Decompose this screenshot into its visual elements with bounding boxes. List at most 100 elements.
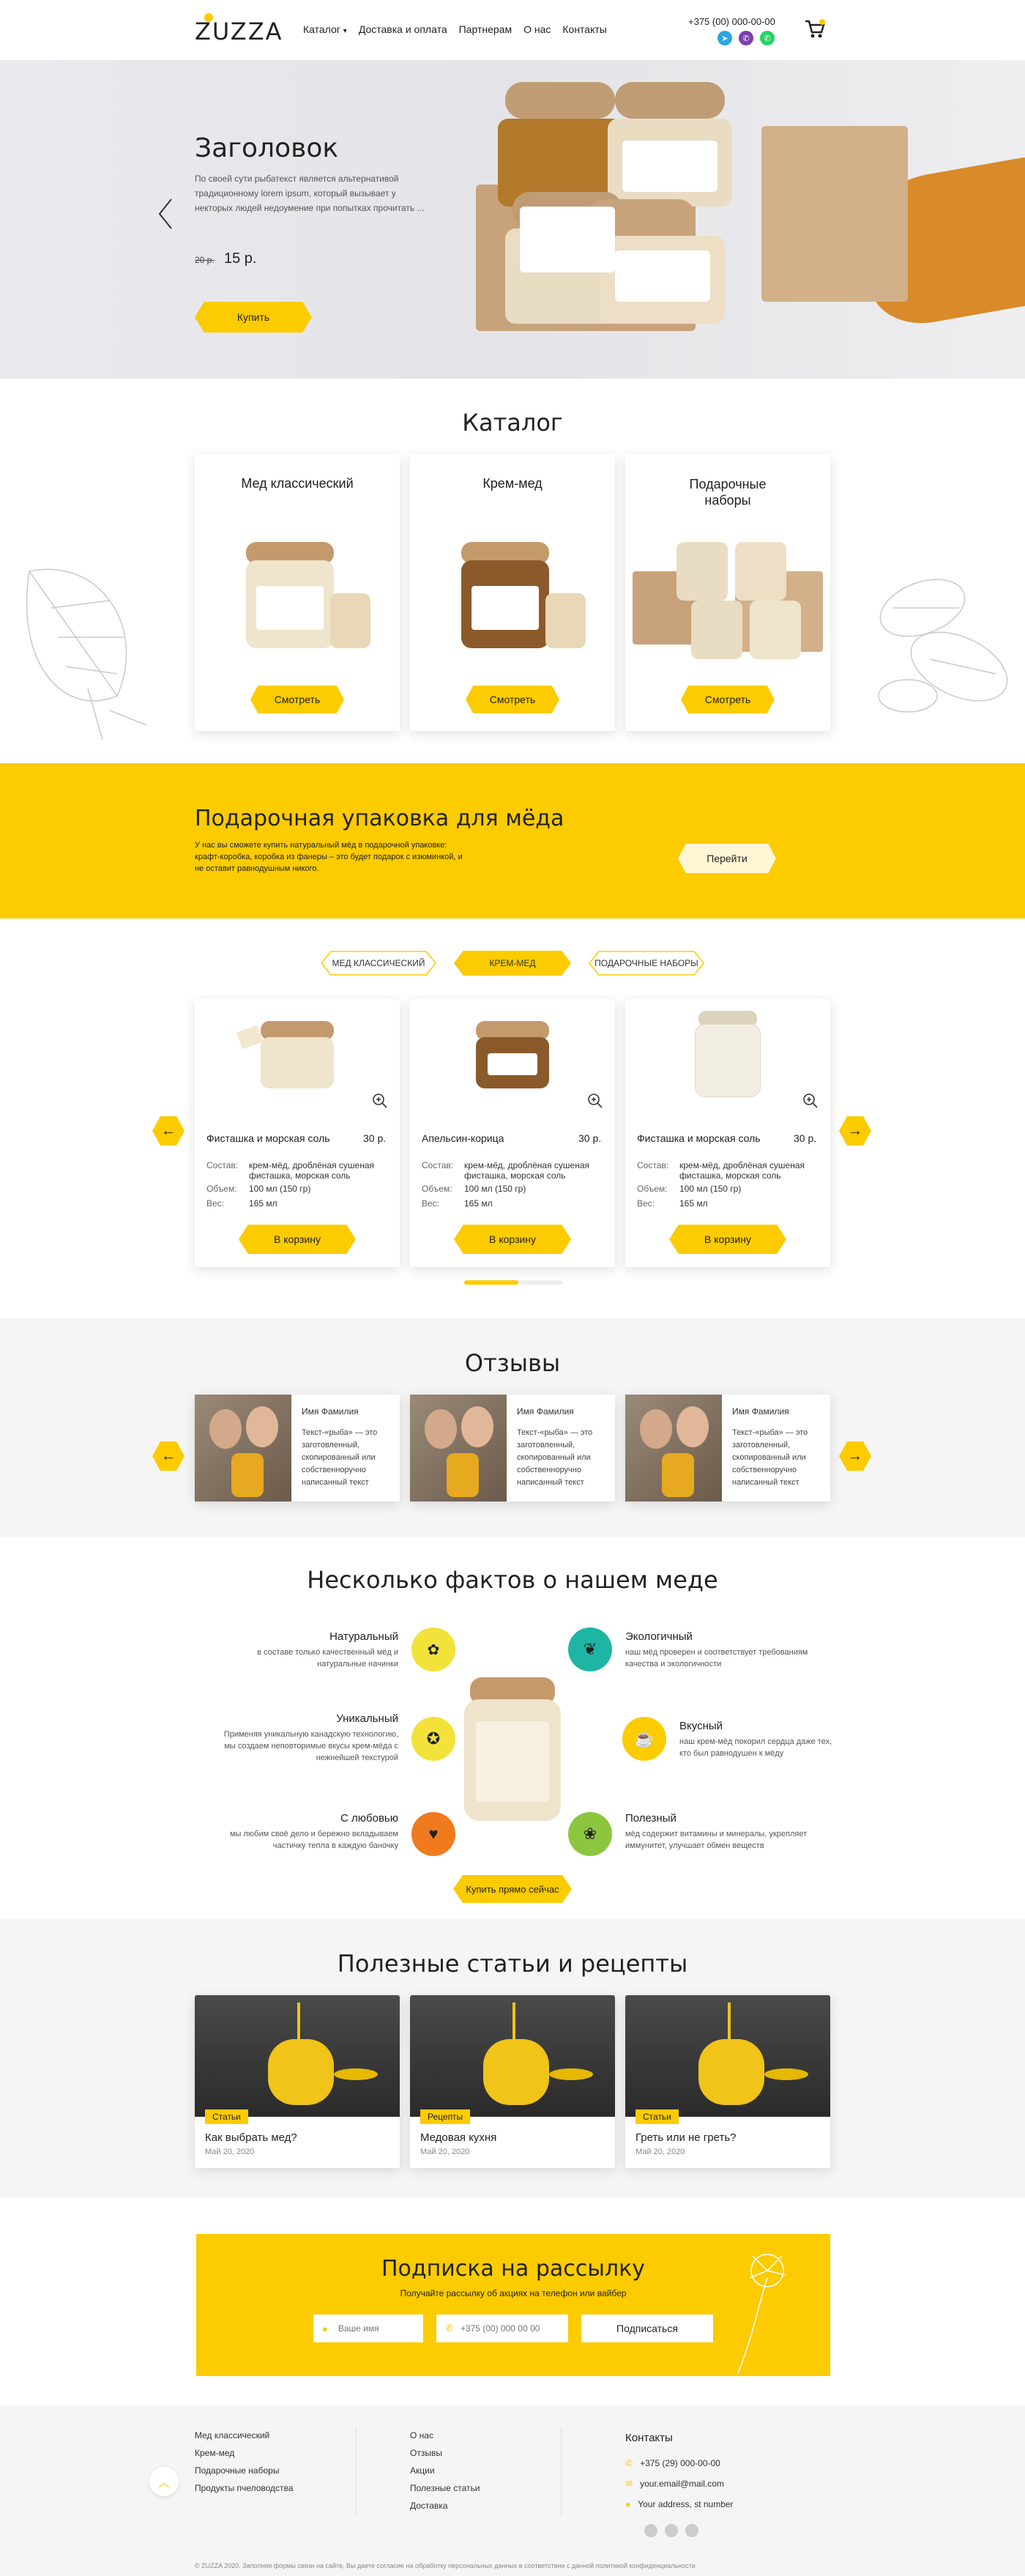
products-next-arrow[interactable]: → bbox=[839, 1116, 871, 1146]
volume-value: 100 мл (150 гр) bbox=[249, 1184, 311, 1194]
product-card[interactable]: Фисташка и морская соль 30 р. Состав: кр… bbox=[625, 999, 830, 1267]
fact-text: наш крем-мёд покорил сердца даже тех, кт… bbox=[679, 1737, 832, 1758]
nav-item-catalog[interactable]: Каталог ▾ bbox=[303, 23, 347, 35]
zoom-icon[interactable] bbox=[372, 1093, 388, 1109]
review-photo bbox=[410, 1395, 507, 1502]
footer-contacts-title: Контакты bbox=[625, 2432, 673, 2444]
composition-label: Состав: bbox=[637, 1160, 669, 1170]
telegram-icon[interactable]: ➤ bbox=[718, 31, 732, 45]
phone-field[interactable]: ✆ bbox=[436, 2315, 568, 2342]
zoom-icon[interactable] bbox=[587, 1093, 603, 1109]
fact-text: мёд содержит витамины и минералы, укрепл… bbox=[625, 1830, 808, 1850]
nav-item-contacts[interactable]: Контакты bbox=[562, 23, 606, 35]
product-card[interactable]: Апельсин-корица 30 р. Состав: крем-мёд, … bbox=[410, 999, 615, 1267]
catalog-view-button[interactable]: Смотреть bbox=[250, 686, 344, 713]
article-title[interactable]: Медовая кухня bbox=[420, 2131, 496, 2144]
viber-icon[interactable]: ✆ bbox=[739, 31, 753, 45]
fact-healthy: ❀ Полезный мёд содержит витамины и минер… bbox=[568, 1809, 832, 1860]
location-icon: ● bbox=[625, 2499, 631, 2509]
subscribe-button[interactable]: Подписаться bbox=[581, 2315, 713, 2342]
name-input[interactable] bbox=[338, 2323, 404, 2334]
article-tag[interactable]: Рецепты bbox=[420, 2109, 471, 2124]
zoom-icon[interactable] bbox=[802, 1093, 819, 1109]
catalog-card-title: Мед классический bbox=[241, 476, 354, 491]
tab-gift-sets[interactable]: Подарочные наборы bbox=[589, 951, 704, 976]
article-title[interactable]: Греть или не греть? bbox=[636, 2131, 736, 2144]
footer-link[interactable]: Продукты пчеловодства bbox=[195, 2483, 293, 2493]
catalog-card[interactable]: Подарочные наборы Смотреть bbox=[625, 454, 830, 731]
footer-link[interactable]: Полезные статьи bbox=[410, 2483, 480, 2493]
composition-label: Состав: bbox=[422, 1160, 454, 1170]
product-image bbox=[469, 1021, 556, 1094]
footer-email[interactable]: ✉ your.email@mail.com bbox=[625, 2479, 724, 2489]
footer-col-info: О нас Отзывы Акции Полезные статьи Доста… bbox=[410, 2430, 480, 2511]
add-to-cart-button[interactable]: В корзину bbox=[454, 1225, 571, 1254]
main-nav: Каталог ▾ Доставка и оплата Партнерам О … bbox=[303, 23, 607, 35]
footer-col-catalog: Мед классический Крем-мед Подарочные наб… bbox=[195, 2430, 293, 2493]
catalog-card[interactable]: Крем-мед Смотреть bbox=[410, 454, 615, 731]
catalog-view-button[interactable]: Смотреть bbox=[681, 686, 775, 713]
footer-phone[interactable]: ✆ +375 (29) 000-00-00 bbox=[625, 2458, 720, 2468]
nav-item-partners[interactable]: Партнерам bbox=[459, 23, 512, 35]
header-phone[interactable]: +375 (00) 000-00-00 bbox=[688, 16, 775, 27]
footer-link[interactable]: О нас bbox=[410, 2430, 480, 2440]
catalog-view-button[interactable]: Смотреть bbox=[466, 686, 559, 713]
footer-link[interactable]: Акции bbox=[410, 2465, 480, 2476]
article-tag[interactable]: Статьи bbox=[636, 2109, 679, 2124]
fact-title: Вкусный bbox=[679, 1720, 723, 1732]
catalog-card-title: Крем-мед bbox=[482, 476, 543, 491]
articles-title: Полезные статьи и рецепты bbox=[337, 1950, 688, 1978]
footer-link[interactable]: Подарочные наборы bbox=[195, 2465, 293, 2476]
products-scrollbar-thumb[interactable] bbox=[464, 1280, 518, 1285]
whatsapp-icon[interactable]: ✆ bbox=[760, 31, 775, 45]
nav-item-about[interactable]: О нас bbox=[523, 23, 551, 35]
add-to-cart-button[interactable]: В корзину bbox=[239, 1225, 356, 1254]
social-icon-telegram[interactable] bbox=[644, 2524, 657, 2537]
footer-divider bbox=[561, 2427, 562, 2515]
volume-value: 100 мл (150 гр) bbox=[679, 1184, 742, 1194]
products-scrollbar[interactable] bbox=[464, 1280, 562, 1285]
social-icon-whatsapp[interactable] bbox=[685, 2524, 698, 2537]
product-name: Фисташка и морская соль bbox=[206, 1132, 330, 1144]
footer-link[interactable]: Отзывы bbox=[410, 2448, 480, 2458]
weight-label: Вес: bbox=[637, 1198, 655, 1209]
fact-with-love: С любовью мы любим своё дело и бережно в… bbox=[195, 1809, 458, 1860]
article-date: Май 20, 2020 bbox=[636, 2148, 685, 2156]
tab-classic-honey[interactable]: Мед классический bbox=[321, 951, 436, 976]
review-card: Имя Фамилия Текст-«рыба» — это заготовле… bbox=[410, 1395, 615, 1502]
header: ZUZZA Каталог ▾ Доставка и оплата Партне… bbox=[0, 0, 1025, 60]
volume-value: 100 мл (150 гр) bbox=[464, 1184, 526, 1194]
article-card[interactable]: Статьи Как выбрать мед? Май 20, 2020 bbox=[195, 1995, 400, 2168]
chevron-down-icon: ▾ bbox=[343, 27, 347, 35]
footer-link[interactable]: Мед классический bbox=[195, 2430, 293, 2440]
name-field[interactable]: ● bbox=[313, 2315, 423, 2342]
gift-title: Подарочная упаковка для мёда bbox=[195, 806, 564, 831]
cart-icon[interactable] bbox=[804, 19, 826, 40]
article-title[interactable]: Как выбрать мед? bbox=[205, 2131, 297, 2144]
phone-input[interactable] bbox=[460, 2323, 563, 2334]
nav-item-delivery[interactable]: Доставка и оплата bbox=[359, 23, 447, 35]
hero-buy-button[interactable]: Купить bbox=[195, 302, 312, 333]
review-text: Текст-«рыба» — это заготовленный, скопир… bbox=[517, 1428, 593, 1487]
buy-now-button[interactable]: Купить прямо сейчас bbox=[453, 1875, 572, 1903]
review-text: Текст-«рыба» — это заготовленный, скопир… bbox=[302, 1428, 378, 1487]
slider-prev-arrow[interactable] bbox=[157, 198, 174, 230]
social-icon-viber[interactable] bbox=[665, 2524, 678, 2537]
hero-slider: Заголовок По своей сути рыбатекст являет… bbox=[0, 60, 1025, 379]
article-card[interactable]: Рецепты Медовая кухня Май 20, 2020 bbox=[410, 1995, 615, 2168]
product-name: Апельсин-корица bbox=[422, 1132, 504, 1144]
hero-image bbox=[454, 82, 1025, 379]
composition-value: крем-мёд, дроблёная сушеная фисташка, мо… bbox=[679, 1160, 805, 1181]
footer-link[interactable]: Доставка bbox=[410, 2501, 480, 2511]
catalog-card[interactable]: Мед классический Смотреть bbox=[195, 454, 400, 731]
footer-link[interactable]: Крем-мед bbox=[195, 2448, 293, 2458]
article-tag[interactable]: Статьи bbox=[205, 2109, 248, 2124]
products-prev-arrow[interactable]: ← bbox=[152, 1116, 184, 1146]
tab-cream-honey[interactable]: Крем-мед bbox=[454, 951, 571, 976]
add-to-cart-button[interactable]: В корзину bbox=[669, 1225, 786, 1254]
product-card[interactable]: Фисташка и морская соль 30 р. Состав: кр… bbox=[195, 999, 400, 1267]
gift-go-button[interactable]: Перейти bbox=[678, 844, 776, 873]
review-author: Имя Фамилия bbox=[517, 1406, 574, 1417]
article-card[interactable]: Статьи Греть или не греть? Май 20, 2020 bbox=[625, 1995, 830, 2168]
scroll-top-button[interactable]: ︿ bbox=[149, 2467, 179, 2496]
